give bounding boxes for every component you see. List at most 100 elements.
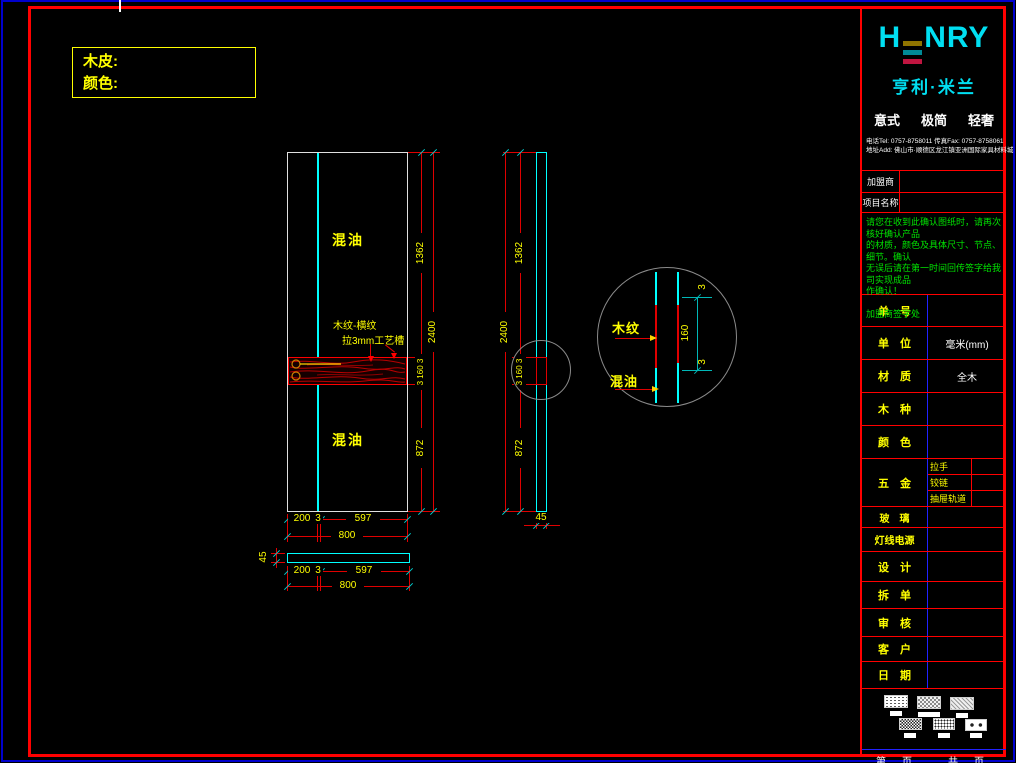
wood-grain-band: [288, 357, 407, 385]
dim-45: 45: [524, 512, 558, 523]
row-customer: 客 户: [862, 636, 1006, 661]
dim-3: 3: [313, 513, 323, 524]
detail-grain-label: 木纹: [612, 318, 640, 337]
cad-drawing-sheet: 木皮: 颜色: 混油 混油 木纹-横纹 拉3mm工艺槽 1362: [0, 0, 1016, 763]
notice-line: 的材质，颜色及具体尺寸、节点、细节。确认: [866, 240, 1003, 263]
wood-grain-pattern: [289, 358, 406, 384]
row-light-power: 灯线电源: [862, 527, 1006, 551]
project-name-label: 项目名称: [862, 193, 900, 212]
grain-leader-arrow: [368, 356, 374, 362]
hardware-value: [972, 475, 1006, 490]
row-reviewer: 审 核: [862, 608, 1006, 636]
hardware-item-drawer-slide: 抽屉轨道: [928, 491, 972, 506]
swatch-label: [904, 733, 916, 738]
henry-logo: H NRY: [862, 22, 1006, 65]
title-block: HNRY 亨利·米兰 意式 极简 轻奢 电话Tel: 0757-8758011 …: [860, 6, 1006, 757]
side-view-outline: [536, 152, 547, 512]
row-wood-species: 木 种: [862, 392, 1006, 425]
row-label: 灯线电源: [862, 528, 928, 551]
hardware-value: [972, 491, 1006, 506]
dim-872: 872: [415, 428, 427, 468]
ext-line: [271, 553, 285, 554]
franchisee-row: 加盟商: [862, 170, 1006, 192]
tagline-word: 极简: [921, 110, 947, 129]
row-value: 毫米(mm): [928, 327, 1006, 359]
hardware-subgrid: 拉手 铰链 抽屉轨道: [928, 459, 1006, 506]
total-label: 共: [948, 753, 958, 763]
logo-letters-nry: NRY: [924, 21, 989, 54]
dim-45: 45: [259, 547, 269, 567]
row-unit: 单 位 毫米(mm): [862, 326, 1006, 359]
signature-area-label: 加盟商签字处: [866, 309, 1003, 321]
leader-line: [615, 389, 657, 390]
row-material: 材 质 全木: [862, 359, 1006, 392]
swatch-diagonal-hatch: [950, 697, 974, 710]
plan-view-outline: [287, 553, 410, 563]
row-glass: 玻 璃: [862, 506, 1006, 527]
dim-2400: 2400: [499, 312, 511, 352]
hardware-value: [972, 459, 1006, 474]
row-label: 木 种: [862, 393, 928, 425]
dim-800: 800: [332, 580, 364, 591]
row-designer: 设 计: [862, 551, 1006, 581]
dim-1362: 1362: [514, 233, 526, 273]
swatch-label: [956, 713, 968, 718]
swatch-weave: [917, 696, 941, 709]
total-unit: 页: [974, 753, 984, 763]
row-value: [928, 528, 1006, 551]
row-label: 材 质: [862, 360, 928, 392]
dim-line: [524, 525, 560, 526]
row-value: [928, 582, 1006, 608]
row-value: [928, 552, 1006, 581]
row-color: 颜 色: [862, 425, 1006, 458]
logo-letter-h: H: [879, 21, 902, 54]
swatch-dots-pair: [965, 719, 987, 731]
swatch-checker-dense: [899, 718, 922, 730]
detail-dim-3-top: 3: [698, 278, 708, 296]
dim-3: 3: [313, 565, 323, 576]
detail-dim-3-bottom: 3: [698, 353, 708, 371]
page-unit: 页: [902, 753, 912, 763]
row-label: 玻 璃: [862, 507, 928, 527]
swatch-label: [938, 733, 950, 738]
swatch-label: [890, 711, 902, 716]
ext-line: [408, 152, 440, 153]
swatch-label: [970, 733, 982, 738]
leader-arrow: [652, 386, 659, 392]
dim-597: 597: [346, 513, 380, 524]
front-paint-label-top: 混油: [318, 230, 378, 250]
row-order-split: 拆 单: [862, 581, 1006, 608]
logo-e-bars-icon: [903, 41, 922, 65]
row-value: [928, 426, 1006, 458]
veneer-label: 木皮:: [83, 51, 245, 73]
dim-872: 872: [514, 428, 526, 468]
swatch-dots-sparse: [884, 695, 908, 708]
front-paint-label-bottom: 混油: [318, 430, 378, 450]
brand-section: HNRY 亨利·米兰 意式 极简 轻奢 电话Tel: 0757-8758011 …: [862, 22, 1006, 170]
tagline-word: 轻奢: [968, 110, 994, 129]
dim-597: 597: [347, 565, 381, 576]
row-value: [928, 507, 1006, 527]
row-value: [928, 637, 1006, 661]
row-label: 审 核: [862, 609, 928, 636]
grain-note-line2: 拉3mm工艺槽: [342, 332, 404, 347]
project-name-row: 项目名称: [862, 192, 1006, 212]
row-label: 设 计: [862, 552, 928, 581]
project-name-value: [900, 193, 1006, 212]
notice-line: 无误后请在第一时间回传签字给我司实现成品: [866, 263, 1003, 286]
dim-200: 200: [288, 513, 316, 524]
hardware-item-handle: 拉手: [928, 459, 972, 474]
contact-phone-fax: 电话Tel: 0757-8758011 传真Fax: 0757-8758061: [866, 137, 1006, 146]
dim-1362: 1362: [415, 233, 427, 273]
row-value: [928, 662, 1006, 688]
contact-address: 地址Add: 佛山市·顺德区龙江镇亚洲国际家具材料城: [866, 146, 1006, 155]
row-value: [928, 393, 1006, 425]
groove-leader-arrow: [391, 353, 397, 359]
row-label: 单 位: [862, 327, 928, 359]
color-label: 颜色:: [83, 73, 245, 95]
brand-tagline: 意式 极简 轻奢: [862, 110, 1006, 129]
swatch-label: [918, 712, 940, 717]
handle-detail-circle: [292, 372, 300, 380]
notice-line: 作确认！: [866, 286, 1003, 298]
row-label: 日 期: [862, 662, 928, 688]
